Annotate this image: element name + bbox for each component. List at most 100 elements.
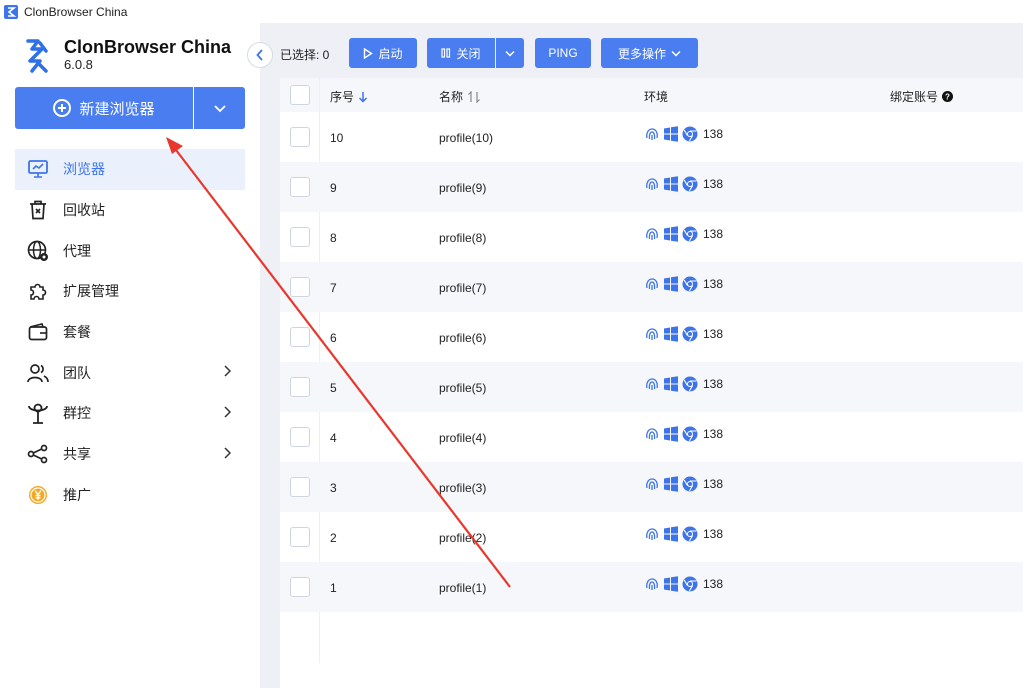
help-icon[interactable]: ? <box>942 91 954 102</box>
chrome-icon <box>682 226 698 242</box>
select-all-checkbox[interactable] <box>290 85 310 105</box>
row-checkbox[interactable] <box>290 127 310 147</box>
sidebar-item-label: 共享 <box>63 446 91 463</box>
row-index: 3 <box>330 481 337 495</box>
table-row[interactable]: 4 profile(4) 138 <box>280 412 1023 462</box>
window-title: ClonBrowser China <box>24 4 128 19</box>
fingerprint-icon <box>646 228 658 240</box>
fingerprint-icon <box>646 328 658 340</box>
table-row[interactable]: 3 profile(3) 138 <box>280 462 1023 512</box>
chevron-left-icon <box>256 49 263 61</box>
windows-icon <box>664 276 678 292</box>
plus-circle-icon <box>53 99 72 117</box>
chrome-icon <box>682 126 698 142</box>
new-browser-button[interactable]: 新建浏览器 <box>15 87 193 129</box>
table-row[interactable]: 7 profile(7) 138 <box>280 262 1023 312</box>
row-name[interactable]: profile(10) <box>439 131 493 145</box>
ping-button[interactable]: PING <box>535 38 591 68</box>
more-actions-label: 更多操作 <box>617 46 666 61</box>
table-row[interactable]: 2 profile(2) 138 <box>280 512 1023 562</box>
sidebar-item-label: 团队 <box>63 364 91 381</box>
sidebar-item-proxy[interactable]: 代理 <box>15 230 245 271</box>
table-row[interactable]: 6 profile(6) 138 <box>280 312 1023 362</box>
fingerprint-icon <box>646 528 658 540</box>
windows-icon <box>664 526 678 542</box>
globe-gear-icon <box>27 240 49 262</box>
wallet-icon <box>27 321 49 343</box>
header-env: 环境 <box>644 90 669 104</box>
sidebar-item-label: 回收站 <box>63 202 105 219</box>
new-browser-button-group: 新建浏览器 <box>15 87 245 129</box>
profiles-table: 序号 名称 环境 绑定账号 ? 10 profile(10) 138 9 profile… <box>280 78 1023 688</box>
row-checkbox[interactable] <box>290 177 310 197</box>
more-actions-button[interactable]: 更多操作 <box>601 38 698 68</box>
chrome-icon <box>682 176 698 192</box>
row-name[interactable]: profile(7) <box>439 281 486 295</box>
row-env: 138 <box>644 226 723 242</box>
close-dropdown-button[interactable] <box>496 38 524 68</box>
brand-logo-icon <box>26 39 48 73</box>
row-index: 2 <box>330 531 337 545</box>
row-checkbox[interactable] <box>290 227 310 247</box>
pause-icon <box>441 48 451 58</box>
windows-icon <box>664 426 678 442</box>
row-name[interactable]: profile(8) <box>439 231 486 245</box>
row-checkbox[interactable] <box>290 527 310 547</box>
row-checkbox[interactable] <box>290 477 310 497</box>
sidebar-item-extensions[interactable]: 扩展管理 <box>15 271 245 312</box>
chevron-right-icon <box>224 365 231 377</box>
fingerprint-icon <box>646 278 658 290</box>
sidebar-item-plans[interactable]: 套餐 <box>15 312 245 353</box>
sidebar-item-share[interactable]: 共享 <box>15 434 245 475</box>
new-browser-dropdown-button[interactable] <box>194 87 245 129</box>
row-name[interactable]: profile(6) <box>439 331 486 345</box>
ping-label: PING <box>548 46 578 60</box>
env-version: 138 <box>703 577 724 591</box>
sort-icon <box>468 90 480 103</box>
env-version: 138 <box>703 227 724 241</box>
row-name[interactable]: profile(2) <box>439 531 486 545</box>
chrome-icon <box>682 526 698 542</box>
chevron-down-icon <box>213 105 226 113</box>
row-checkbox[interactable] <box>290 427 310 447</box>
row-index: 5 <box>330 381 337 395</box>
sidebar-item-promotion[interactable]: 推广 <box>15 475 245 516</box>
sidebar-collapse-button[interactable] <box>247 42 273 68</box>
row-name[interactable]: profile(4) <box>439 431 486 445</box>
row-env: 138 <box>644 426 723 442</box>
table-row[interactable]: 1 profile(1) 138 <box>280 562 1023 612</box>
row-name[interactable]: profile(1) <box>439 581 486 595</box>
app-logo-icon <box>4 4 18 19</box>
windows-icon <box>664 326 678 342</box>
row-checkbox[interactable] <box>290 277 310 297</box>
row-env: 138 <box>644 126 723 142</box>
sidebar-item-group-control[interactable]: 群控 <box>15 393 245 434</box>
fingerprint-icon <box>646 178 658 190</box>
table-row[interactable]: 10 profile(10) 138 <box>280 112 1023 162</box>
row-env: 138 <box>644 576 723 592</box>
close-button[interactable]: 关闭 <box>427 38 495 68</box>
chrome-icon <box>682 426 698 442</box>
row-name[interactable]: profile(9) <box>439 181 486 195</box>
fingerprint-icon <box>646 428 658 440</box>
row-name[interactable]: profile(5) <box>439 381 486 395</box>
header-index[interactable]: 序号 <box>330 88 368 105</box>
table-row[interactable]: 9 profile(9) 138 <box>280 162 1023 212</box>
env-version: 138 <box>703 177 724 191</box>
new-browser-label: 新建浏览器 <box>79 100 155 118</box>
monitor-icon <box>27 158 49 180</box>
row-checkbox[interactable] <box>290 577 310 597</box>
sidebar-item-team[interactable]: 团队 <box>15 352 245 393</box>
row-checkbox[interactable] <box>290 327 310 347</box>
table-row[interactable]: 8 profile(8) 138 <box>280 212 1023 262</box>
trash-icon <box>27 199 49 221</box>
start-button[interactable]: 启动 <box>349 38 417 68</box>
chevron-right-icon <box>224 447 231 459</box>
play-icon <box>364 47 374 59</box>
row-name[interactable]: profile(3) <box>439 481 486 495</box>
sidebar-item-browser[interactable]: 浏览器 <box>15 149 245 190</box>
header-name[interactable]: 名称 <box>439 88 481 105</box>
table-row[interactable]: 5 profile(5) 138 <box>280 362 1023 412</box>
sidebar-item-trash[interactable]: 回收站 <box>15 190 245 231</box>
row-checkbox[interactable] <box>290 377 310 397</box>
